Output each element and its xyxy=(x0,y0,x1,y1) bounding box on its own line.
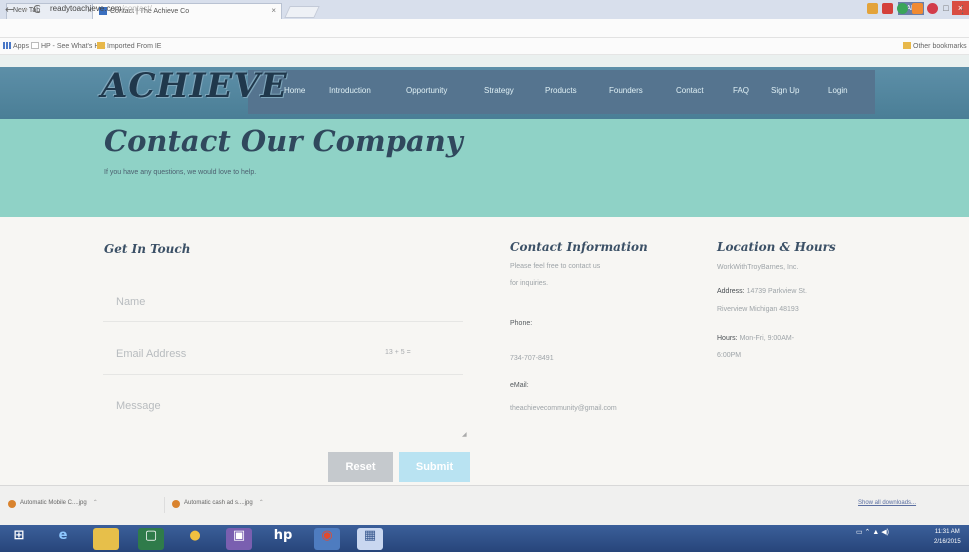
chevron-up-icon[interactable]: ⌃ xyxy=(259,500,264,506)
get-in-touch-heading: Get In Touch xyxy=(104,242,191,256)
bookmark-other[interactable]: Other bookmarks xyxy=(903,42,967,50)
company-name: WorkWithTroyBarnes, Inc. xyxy=(717,264,799,271)
nav-sign-up[interactable]: Sign Up xyxy=(771,86,799,95)
submit-button[interactable]: Submit xyxy=(399,452,470,482)
taskbar-clock[interactable]: 11:31 AM 2/16/2015 xyxy=(934,527,961,547)
message-textarea[interactable]: Message xyxy=(116,400,161,412)
folder-icon xyxy=(903,42,911,49)
url-host: readytoachieve.com xyxy=(50,4,122,13)
reload-icon[interactable]: C xyxy=(33,3,41,16)
hours-value: Mon-Fri, 9:00AM- xyxy=(739,335,795,342)
bookmark-label: Imported From IE xyxy=(107,43,162,50)
pinterest-icon[interactable] xyxy=(927,3,938,14)
divider xyxy=(164,497,165,513)
captcha-question: 13 + 5 = xyxy=(385,349,411,356)
nav-login[interactable]: Login xyxy=(828,86,848,95)
site-logo[interactable]: ACHIEVE xyxy=(101,66,288,106)
nav-founders[interactable]: Founders xyxy=(609,86,643,95)
internet-explorer-icon[interactable]: e xyxy=(50,528,76,550)
nav-contact[interactable]: Contact xyxy=(676,86,704,95)
email-input[interactable]: Email Address xyxy=(116,348,186,360)
email-value[interactable]: theachievecommunity@gmail.com xyxy=(510,405,617,412)
new-tab-button[interactable] xyxy=(284,6,320,18)
hp-icon[interactable]: hp xyxy=(270,528,296,550)
email-label: eMail: xyxy=(510,382,529,389)
chevron-up-icon[interactable]: ⌃ xyxy=(93,500,98,506)
bookmark-apps[interactable]: Apps xyxy=(3,42,29,50)
folder-icon xyxy=(97,42,105,49)
phone-label: Phone: xyxy=(510,320,533,327)
download-item[interactable]: Automatic Mobile C....jpg ⌃ xyxy=(6,499,98,514)
download-label: Automatic Mobile C....jpg xyxy=(20,500,87,506)
page-icon xyxy=(31,42,39,49)
app-icon[interactable]: ▣ xyxy=(226,528,252,550)
forward-arrow-icon[interactable]: → xyxy=(19,3,28,16)
chrome-icon[interactable]: ◉ xyxy=(314,528,340,550)
image-file-icon xyxy=(172,500,180,508)
contact-info-heading: Contact Information xyxy=(510,240,648,254)
app-icon[interactable]: ▦ xyxy=(357,528,383,550)
address-line2: Riverview Michigan 48193 xyxy=(717,306,799,313)
hours-label: Hours: xyxy=(717,335,738,342)
apps-icon xyxy=(3,42,11,49)
downloads-bar xyxy=(0,485,969,525)
back-arrow-icon[interactable]: ← xyxy=(5,3,14,16)
contact-intro-line2: for inquiries. xyxy=(510,280,549,287)
image-file-icon xyxy=(8,500,16,508)
hours-line1: Hours: Mon-Fri, 9:00AM- xyxy=(717,335,794,342)
bookmark-label: Other bookmarks xyxy=(913,43,967,50)
reset-button[interactable]: Reset xyxy=(328,452,393,482)
extension-icon[interactable] xyxy=(867,3,878,14)
location-heading: Location & Hours xyxy=(717,240,836,254)
resize-handle-icon[interactable]: ◢ xyxy=(462,431,467,438)
address-bar xyxy=(0,19,969,38)
file-explorer-icon[interactable] xyxy=(93,528,119,550)
address-value: 14739 Parkview St. xyxy=(746,288,807,295)
bookmark-imported[interactable]: Imported From IE xyxy=(97,42,161,50)
url-input[interactable]: readytoachieve.com/contact/ xyxy=(50,4,152,13)
download-label: Automatic cash ad s....jpg xyxy=(184,500,253,506)
nav-introduction[interactable]: Introduction xyxy=(329,86,371,95)
gmail-icon[interactable] xyxy=(882,3,893,14)
system-tray[interactable]: ▭ ⌃ ▲ ◀) xyxy=(856,528,889,536)
start-icon[interactable]: ⊞ xyxy=(6,528,32,550)
nav-products[interactable]: Products xyxy=(545,86,577,95)
bookmark-hp[interactable]: HP - See What's Hot xyxy=(31,42,105,50)
address-label: Address: xyxy=(717,288,745,295)
contact-intro-line1: Please feel free to contact us xyxy=(510,263,601,270)
nav-opportunity[interactable]: Opportunity xyxy=(406,86,447,95)
name-input[interactable]: Name xyxy=(116,296,145,308)
nav-faq[interactable]: FAQ xyxy=(733,86,749,95)
email-field-underline xyxy=(103,374,463,375)
menu-icon[interactable]: ⋮ xyxy=(957,3,968,16)
page-subtitle: If you have any questions, we would love… xyxy=(104,169,257,176)
phone-value[interactable]: 734-707-8491 xyxy=(510,355,554,362)
clock-date: 2/16/2015 xyxy=(934,539,961,545)
bookmark-label: HP - See What's Hot xyxy=(41,43,106,50)
close-tab-icon[interactable]: × xyxy=(271,6,276,15)
media-player-icon[interactable]: ● xyxy=(182,528,208,550)
hours-line2: 6:00PM xyxy=(717,352,742,359)
extension-icon[interactable] xyxy=(897,3,908,14)
name-field-underline xyxy=(103,321,463,322)
show-all-downloads-link[interactable]: Show all downloads... xyxy=(858,500,916,506)
extension-icon[interactable] xyxy=(912,3,923,14)
nav-strategy[interactable]: Strategy xyxy=(484,86,514,95)
page-title: Contact Our Company xyxy=(104,124,463,158)
url-path: /contact/ xyxy=(121,4,152,13)
download-item[interactable]: Automatic cash ad s....jpg ⌃ xyxy=(170,499,264,514)
app-icon[interactable]: ▢ xyxy=(138,528,164,550)
nav-home[interactable]: Home xyxy=(284,86,305,95)
clock-time: 11:31 AM xyxy=(934,529,960,535)
bookmark-label: Apps xyxy=(13,43,29,50)
address-line1: Address: 14739 Parkview St. xyxy=(717,288,807,295)
maximize-icon[interactable]: □ xyxy=(940,1,952,15)
